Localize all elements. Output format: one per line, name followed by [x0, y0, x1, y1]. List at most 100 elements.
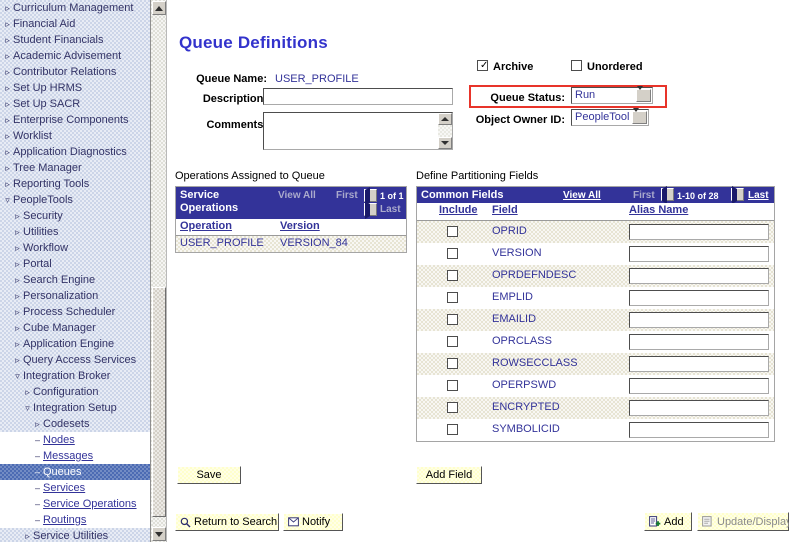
include-checkbox[interactable]: [447, 380, 458, 391]
sidebar-item-search-engine[interactable]: ▹ Search Engine: [0, 272, 150, 288]
alias-name-input[interactable]: [629, 400, 769, 416]
alias-name-input[interactable]: [629, 290, 769, 306]
alias-name-input[interactable]: [629, 356, 769, 372]
partition-last-link[interactable]: Last: [748, 190, 769, 201]
comments-scrollbar[interactable]: [438, 113, 452, 149]
sidebar-item-financial-aid[interactable]: ▹ Financial Aid: [0, 16, 150, 32]
comments-scroll-up-button[interactable]: [438, 113, 452, 125]
table-row[interactable]: OPERPSWD: [417, 375, 774, 397]
alias-name-input[interactable]: [629, 268, 769, 284]
include-checkbox[interactable]: [447, 336, 458, 347]
include-checkbox[interactable]: [447, 248, 458, 259]
sidebar-item-application-diagnostics[interactable]: ▹ Application Diagnostics: [0, 144, 150, 160]
sidebar-item-integration-broker[interactable]: ▿ Integration Broker: [0, 368, 150, 384]
column-header-operation[interactable]: Operation: [180, 220, 232, 232]
table-row[interactable]: USER_PROFILE VERSION_84: [176, 236, 406, 252]
comments-textarea[interactable]: [263, 112, 453, 150]
sidebar-item-routings[interactable]: – Routings: [0, 512, 150, 528]
return-to-search-button[interactable]: Return to Search: [175, 513, 279, 531]
alias-name-input[interactable]: [629, 378, 769, 394]
sidebar-item-set-up-hrms[interactable]: ▹ Set Up HRMS: [0, 80, 150, 96]
alias-name-input[interactable]: [629, 312, 769, 328]
sidebar-item-student-financials[interactable]: ▹ Student Financials: [0, 32, 150, 48]
sidebar-item-personalization[interactable]: ▹ Personalization: [0, 288, 150, 304]
table-row[interactable]: VERSION: [417, 243, 774, 265]
table-row[interactable]: OPRID: [417, 221, 774, 243]
sidebar-item-set-up-sacr[interactable]: ▹ Set Up SACR: [0, 96, 150, 112]
partition-next-page-button[interactable]: [731, 186, 744, 204]
add-button[interactable]: Add: [644, 512, 692, 531]
column-header-version[interactable]: Version: [280, 220, 320, 232]
partition-prev-page-button[interactable]: [661, 186, 674, 204]
sidebar-item-integration-setup[interactable]: ▿ Integration Setup: [0, 400, 150, 416]
sidebar-item-academic-advisement[interactable]: ▹ Academic Advisement: [0, 48, 150, 64]
table-row[interactable]: ROWSECCLASS: [417, 353, 774, 375]
sidebar-item-reporting-tools[interactable]: ▹ Reporting Tools: [0, 176, 150, 192]
include-checkbox[interactable]: [447, 424, 458, 435]
column-header-include[interactable]: Include: [439, 204, 478, 216]
sidebar-item-services[interactable]: – Services: [0, 480, 150, 496]
sidebar-item-portal[interactable]: ▹ Portal: [0, 256, 150, 272]
sidebar-item-curriculum-management[interactable]: ▹ Curriculum Management: [0, 0, 150, 16]
sidebar-item-worklist[interactable]: ▹ Worklist: [0, 128, 150, 144]
partition-view-all-link[interactable]: View All: [563, 190, 601, 201]
sidebar-item-contributor-relations[interactable]: ▹ Contributor Relations: [0, 64, 150, 80]
include-checkbox[interactable]: [447, 402, 458, 413]
alias-name-input[interactable]: [629, 334, 769, 350]
update-display-button[interactable]: Update/Display: [697, 512, 789, 531]
save-button[interactable]: Save: [177, 466, 241, 484]
sidebar-item-queues[interactable]: – Queues: [0, 464, 150, 480]
table-row[interactable]: EMPLID: [417, 287, 774, 309]
include-checkbox[interactable]: [447, 358, 458, 369]
alias-name-input[interactable]: [629, 246, 769, 262]
include-checkbox[interactable]: [447, 270, 458, 281]
scrollbar-thumb[interactable]: [152, 287, 166, 517]
sidebar-item-nodes[interactable]: – Nodes: [0, 432, 150, 448]
alias-name-input[interactable]: [629, 422, 769, 438]
include-checkbox[interactable]: [447, 292, 458, 303]
partition-first-link[interactable]: First: [633, 190, 655, 201]
dropdown-arrow-button[interactable]: [632, 108, 647, 124]
include-checkbox[interactable]: [447, 314, 458, 325]
column-header-alias-name[interactable]: Alias Name: [629, 204, 688, 216]
sidebar-item-tree-manager[interactable]: ▹ Tree Manager: [0, 160, 150, 176]
sidebar-item-service-operations[interactable]: – Service Operations: [0, 496, 150, 512]
sidebar-item-security[interactable]: ▹ Security: [0, 208, 150, 224]
alias-name-input[interactable]: [629, 224, 769, 240]
operations-next-page-button[interactable]: [364, 201, 377, 219]
table-row[interactable]: OPRDEFNDESC: [417, 265, 774, 287]
sidebar-item-cube-manager[interactable]: ▹ Cube Manager: [0, 320, 150, 336]
table-row[interactable]: OPRCLASS: [417, 331, 774, 353]
sidebar-item-utilities[interactable]: ▹ Utilities: [0, 224, 150, 240]
notify-button[interactable]: Notify: [283, 513, 343, 531]
dropdown-arrow-button[interactable]: [636, 86, 651, 102]
unordered-checkbox[interactable]: [571, 60, 582, 71]
sidebar-item-enterprise-components[interactable]: ▹ Enterprise Components: [0, 112, 150, 128]
include-checkbox[interactable]: [447, 226, 458, 237]
sidebar-item-service-utilities[interactable]: ▹ Service Utilities: [0, 528, 150, 542]
sidebar-item-workflow[interactable]: ▹ Workflow: [0, 240, 150, 256]
table-row[interactable]: EMAILID: [417, 309, 774, 331]
scroll-up-button[interactable]: [152, 1, 166, 15]
sidebar-item-configuration[interactable]: ▹ Configuration: [0, 384, 150, 400]
navigation-sidebar[interactable]: ▹ Curriculum Management ▹ Financial Aid ▹ Stu…: [0, 0, 150, 542]
archive-checkbox[interactable]: ✓: [477, 60, 488, 71]
table-row[interactable]: SYMBOLICID: [417, 419, 774, 441]
scroll-down-button[interactable]: [152, 527, 166, 541]
operations-first-link[interactable]: First: [336, 190, 358, 201]
comments-scroll-down-button[interactable]: [438, 137, 452, 149]
sidebar-item-application-engine[interactable]: ▹ Application Engine: [0, 336, 150, 352]
sidebar-item-process-scheduler[interactable]: ▹ Process Scheduler: [0, 304, 150, 320]
sidebar-item-query-access-services[interactable]: ▹ Query Access Services: [0, 352, 150, 368]
object-owner-select[interactable]: PeopleTool: [571, 108, 649, 126]
operations-view-all-link[interactable]: View All: [278, 190, 316, 201]
description-input[interactable]: [263, 88, 453, 105]
table-row[interactable]: ENCRYPTED: [417, 397, 774, 419]
sidebar-item-codesets[interactable]: ▹ Codesets: [0, 416, 150, 432]
operations-last-link[interactable]: Last: [380, 204, 401, 215]
add-field-button[interactable]: Add Field: [416, 466, 482, 484]
queue-status-select[interactable]: Run: [571, 86, 653, 104]
sidebar-item-peopletools[interactable]: ▿ PeopleTools: [0, 192, 150, 208]
sidebar-scrollbar[interactable]: [150, 0, 167, 542]
column-header-field[interactable]: Field: [492, 204, 518, 216]
